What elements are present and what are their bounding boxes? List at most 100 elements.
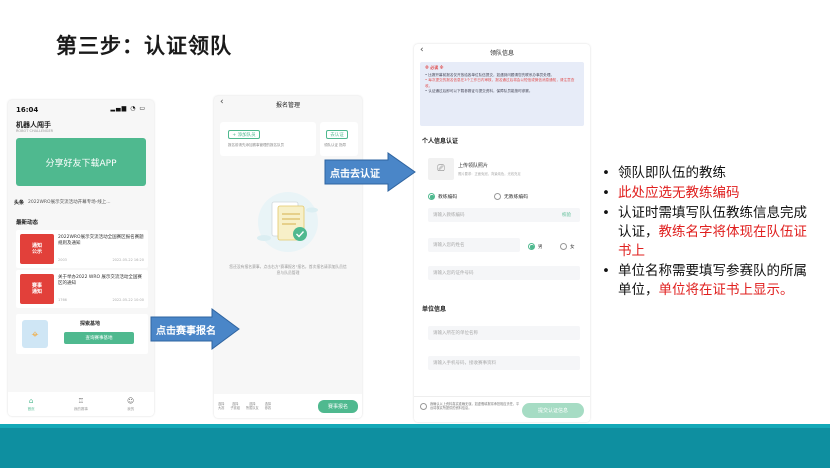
callout-label: 点击去认证: [330, 169, 380, 180]
add-member-button[interactable]: + 添加队员: [228, 130, 260, 139]
page-title: 第三步：认证领队: [56, 34, 232, 58]
screen-title: 报名管理: [275, 101, 300, 109]
tab-my-events[interactable]: ♖ 我的赛事: [74, 397, 88, 412]
news-meta: 1766 2022-05-22 10:00: [58, 298, 144, 302]
agree-text: 我确认以上资料真实准确无误，如虚假填报将承担相应责任，平台将核实所提供的资料信息…: [430, 402, 520, 411]
note-item: 此处应选无教练编码: [598, 184, 820, 203]
status-time: 16:04: [16, 106, 39, 114]
news-views: 1766: [58, 298, 67, 302]
radio-male[interactable]: 男: [528, 243, 543, 250]
note-item: 单位名称需要填写参赛队的所属单位，单位将在证书上显示。: [598, 262, 820, 300]
screen-header: ‹ 领队信息: [414, 44, 590, 60]
explore-title: 探索基地: [80, 321, 101, 327]
verify-link[interactable]: 校验: [562, 212, 571, 218]
news-meta: 2003 2022-05-22 16:20: [58, 258, 144, 262]
screen-title: 领队信息: [489, 49, 514, 57]
note-item: 领队即队伍的教练: [598, 164, 820, 183]
tab-label: 我的: [127, 406, 135, 411]
add-member-card: + 添加队员 报名前请先添加赛事管理的报名队员: [220, 122, 316, 156]
certify-desc: 领队认证 指导: [324, 143, 347, 147]
app-logo-subtitle: ROBOT CHALLENGER: [16, 129, 54, 133]
notice-line: • 认证通过后即可以下载参赛证与提交资料，保障队员能按时参赛。: [425, 89, 533, 94]
upload-photo-desc: 照片要求：正面免冠，背景纯色，光线充足: [458, 172, 521, 176]
notice-box: ※ 必读 ※ • 比赛开幕前报名仅开放给各单位队伍提交，如遇到问题请您先联系办事…: [420, 62, 584, 126]
phone-number-input[interactable]: [428, 356, 580, 370]
news-date: 2022-05-22 10:00: [112, 298, 144, 302]
radio-dot: [428, 193, 435, 200]
leader-info-screen-phone: ‹ 领队信息 ※ 必读 ※ • 比赛开幕前报名仅开放给各单位队伍提交，如遇到问题…: [414, 44, 590, 422]
tab-label: 首页: [27, 406, 35, 411]
news-title: 关于举办2022 WRO 展示交流活动全国赛区的通知: [58, 275, 142, 287]
trophy-icon: ♖: [77, 396, 84, 405]
news-card[interactable]: 赛事 通知 关于举办2022 WRO 展示交流活动全国赛区的通知 1766 20…: [16, 270, 148, 308]
explore-base-card: ⌖ 探索基地 查询赛事基地: [16, 314, 148, 354]
radio-coach-code[interactable]: 教练编码: [428, 193, 457, 200]
bottom-tab-bar: ⌂ 首页 ♖ 我的赛事 ☺ 我的: [8, 392, 154, 416]
radio-label: 男: [538, 244, 543, 250]
map-pin-icon: ⌖: [22, 320, 48, 348]
camera-icon[interactable]: ⎚: [428, 158, 454, 180]
callout-label: 点击赛事报名: [156, 326, 216, 337]
radio-label: 教练编码: [438, 195, 458, 200]
home-icon: ⌂: [28, 396, 34, 405]
notice-heading: ※ 必读 ※: [425, 65, 444, 70]
latest-news-heading: 最新动态: [16, 220, 39, 226]
note-text: 领队即队伍的教练: [618, 165, 726, 181]
add-member-desc: 报名前请先添加赛事管理的报名队员: [228, 143, 284, 147]
notice-line: • 每次提交的报名信息在3个工作日内审核，报名通过后将会以短信或微信消息通知，请…: [425, 78, 575, 88]
headline-text: 2022WRO展示交流活动开幕专场-线上...: [28, 200, 111, 205]
certify-callout-arrow: 点击去认证: [324, 152, 416, 192]
note-item: 认证时需填写队伍教练信息完成认证，教练名字将体现在队伍证书上: [598, 204, 820, 261]
registration-screen-phone: ‹ 报名管理 + 添加队员 报名前请先添加赛事管理的报名队员 去认证 领队认证 …: [214, 96, 362, 418]
tab-home[interactable]: ⌂ 首页: [28, 397, 35, 412]
empty-state-illustration: [257, 192, 318, 252]
radio-dot: [560, 243, 567, 250]
coach-code-input[interactable]: [428, 208, 580, 222]
user-icon: ☺: [127, 396, 135, 405]
personal-info-heading: 个人信息认证: [422, 138, 459, 145]
back-arrow-icon[interactable]: ‹: [420, 45, 424, 55]
empty-state-hint: 您还没有报名赛事，点击右方"赛事报名"报名，首次报名请添加队员信息与队员管理: [229, 264, 347, 275]
name-input[interactable]: [428, 238, 520, 252]
instruction-notes: 领队即队伍的教练 此处应选无教练编码 认证时需填写队伍教练信息完成认证，教练名字…: [598, 164, 820, 301]
news-card[interactable]: 通知 公示 2022WRO展示交流活动全国赛区报名赛题规则及通知 2003 20…: [16, 230, 148, 268]
step-label: 选择 子赛组: [230, 401, 240, 410]
registration-steps-bar: 选择 大赛 选择 子赛组 选择 所属队友 选择 参赛 赛事报名: [214, 394, 362, 418]
status-icons: ▂▄▆ ◔ ▭: [110, 105, 146, 112]
tab-label: 我的赛事: [73, 406, 88, 411]
headline-tag: 头条: [14, 199, 25, 206]
screen-header: ‹ 报名管理: [214, 96, 362, 112]
submit-certification-button[interactable]: 提交认证信息: [522, 403, 584, 418]
go-certify-button[interactable]: 去认证: [326, 130, 348, 139]
step-label: 选择 所属队友: [245, 401, 259, 410]
headline-ticker[interactable]: 头条 2022WRO展示交流活动开幕专场-线上...: [14, 196, 148, 208]
news-title: 2022WRO展示交流活动全国赛区报名赛题规则及通知: [58, 235, 144, 247]
step-label: 选择 参赛: [264, 401, 272, 410]
radio-dot: [528, 243, 535, 250]
radio-label: 女: [570, 244, 575, 250]
news-date: 2022-05-22 16:20: [112, 258, 144, 262]
footer-band: [0, 428, 830, 468]
radio-female[interactable]: 女: [560, 243, 575, 250]
share-download-button[interactable]: 分享好友下载APP: [16, 138, 146, 186]
event-signup-button[interactable]: 赛事报名: [318, 400, 358, 413]
query-base-button[interactable]: 查询赛事基地: [64, 332, 134, 344]
back-arrow-icon[interactable]: ‹: [220, 97, 224, 107]
home-screen-phone: 16:04 ▂▄▆ ◔ ▭ 机器人闯手 ROBOT CHALLENGER 分享好…: [8, 100, 154, 416]
tab-profile[interactable]: ☺ 我的: [127, 397, 134, 412]
upload-photo-title: 上传领队照片: [458, 163, 489, 169]
unit-name-input[interactable]: [428, 326, 580, 340]
news-thumbnail: 通知 公示: [20, 234, 54, 264]
id-number-input[interactable]: [428, 266, 580, 280]
step-label: 选择 大赛: [218, 401, 225, 410]
radio-no-coach-code[interactable]: 无教练编码: [494, 193, 528, 200]
submit-footer: 我确认以上资料真实准确无误，如虚假填报将承担相应责任，平台将核实所提供的资料信息…: [414, 396, 590, 422]
signup-callout-arrow: 点击赛事报名: [150, 308, 240, 350]
radio-dot: [494, 193, 501, 200]
note-text: 此处应选无教练编码: [618, 185, 740, 201]
note-highlight: 单位将在证书上显示。: [658, 282, 794, 298]
news-thumbnail: 赛事 通知: [20, 274, 54, 304]
agree-checkbox[interactable]: [420, 403, 427, 410]
radio-label: 无教练编码: [504, 195, 528, 200]
unit-info-heading: 单位信息: [422, 306, 447, 313]
